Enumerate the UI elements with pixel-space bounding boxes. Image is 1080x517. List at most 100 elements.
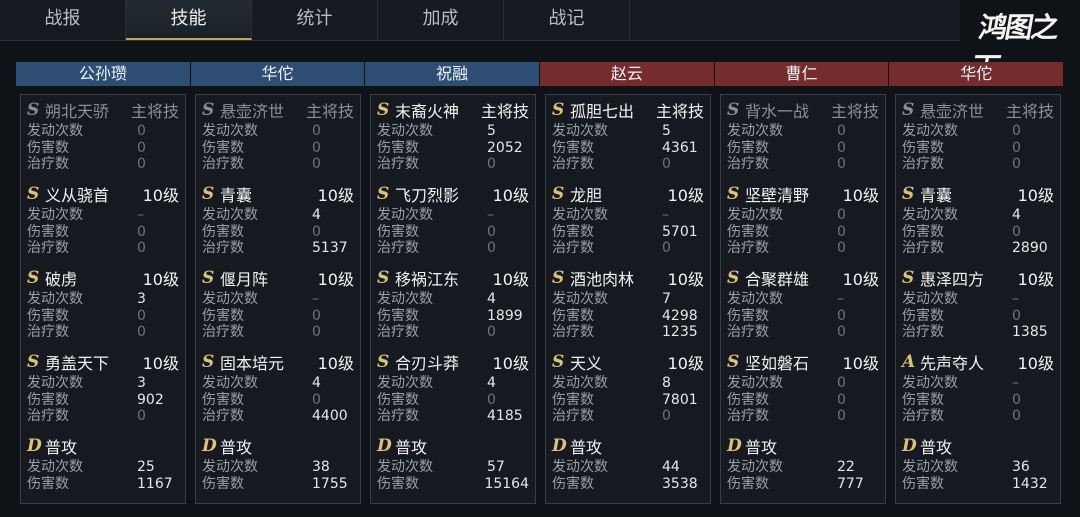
stat-value: 0 [837,391,846,408]
skill-block[interactable]: S 义从骁首 10级 发动次数 – 伤害数 0 治疗数 0 [27,181,179,265]
skill-title: D 普攻 [377,433,529,459]
skill-block[interactable]: S 坚如磐石 10级 发动次数 0 伤害数 0 治疗数 0 [727,349,879,433]
stat-row-damage: 伤害数 0 [902,392,1054,409]
skill-title: S 破虏 10级 [27,265,179,291]
stat-label: 治疗数 [902,156,944,172]
tab-battle-report[interactable]: 战报 [0,0,126,40]
skill-title: S 孤胆七出 主将技 [552,97,704,123]
skill-block[interactable]: S 末裔火神 主将技 发动次数 5 伤害数 2052 治疗数 0 [377,97,529,181]
stat-label: 发动次数 [202,207,258,223]
stat-value: 1432 [1012,475,1048,492]
general-skill-panel: S 悬壶济世 主将技 发动次数 0 伤害数 0 治疗数 0 S 青囊 10级 发动次数 4 伤害数 0 治疗数 2… [895,94,1061,504]
skill-level: 10级 [142,354,179,373]
skill-block[interactable]: S 悬壶济世 主将技 发动次数 0 伤害数 0 治疗数 0 [902,97,1054,181]
skill-title: S 坚如磐石 10级 [727,349,879,375]
tab-statistics[interactable]: 统计 [252,0,378,40]
tab-bonus[interactable]: 加成 [378,0,504,40]
tab-battle-log[interactable]: 战记 [504,0,630,40]
skill-title: D 普攻 [552,433,704,459]
skill-level: 10级 [667,354,704,373]
skill-block[interactable]: S 青囊 10级 发动次数 4 伤害数 0 治疗数 2890 [902,181,1054,265]
divider [0,40,960,41]
skill-level: 10级 [842,270,879,289]
stat-label: 治疗数 [552,408,594,424]
stat-row-damage: 伤害数 0 [727,392,879,409]
skill-title: S 合刃斗莽 10级 [377,349,529,375]
skill-block[interactable]: S 勇盖天下 10级 发动次数 3 伤害数 902 治疗数 0 [27,349,179,433]
skill-block[interactable]: D 普攻 发动次数 57 伤害数 15164 [377,433,529,517]
skill-block[interactable]: S 飞刀烈影 10级 发动次数 – 伤害数 0 治疗数 0 [377,181,529,265]
skill-grade: D [727,436,742,456]
skill-block[interactable]: S 惠泽四方 10级 发动次数 – 伤害数 0 治疗数 1385 [902,265,1054,349]
skill-block[interactable]: S 破虏 10级 发动次数 3 伤害数 0 治疗数 0 [27,265,179,349]
skill-block[interactable]: S 酒池肉林 10级 发动次数 7 伤害数 4298 治疗数 1235 [552,265,704,349]
stat-value: 0 [312,223,321,240]
skill-level: 10级 [492,270,529,289]
stat-value: 0 [662,156,671,172]
stat-row-trigger: 发动次数 4 [202,375,354,392]
stat-row-trigger: 发动次数 0 [727,123,879,140]
skill-name: 青囊 [220,186,253,205]
skill-block[interactable]: S 龙胆 10级 发动次数 – 伤害数 5701 治疗数 0 [552,181,704,265]
stat-row-trigger: 发动次数 38 [202,459,354,476]
skill-block[interactable]: S 悬壶济世 主将技 发动次数 0 伤害数 0 治疗数 0 [202,97,354,181]
stat-label: 发动次数 [27,291,83,307]
stat-value: 0 [312,391,321,408]
skill-block[interactable]: D 普攻 发动次数 44 伤害数 3538 [552,433,704,517]
stat-value: 0 [137,123,146,139]
skill-grade: S [202,100,215,120]
stat-label: 发动次数 [377,459,433,475]
stat-label: 治疗数 [377,324,419,340]
general-skill-panel: S 末裔火神 主将技 发动次数 5 伤害数 2052 治疗数 0 S 飞刀烈影 10级 发动次数 – 伤害数… [370,94,536,504]
stat-row-trigger: 发动次数 0 [202,123,354,140]
stat-value: 0 [137,223,146,240]
stat-row-trigger: 发动次数 – [902,375,1054,392]
skill-name: 龙胆 [570,186,603,205]
stat-row-trigger: 发动次数 3 [27,375,179,392]
stat-value: 3538 [662,475,698,492]
skill-block[interactable]: S 青囊 10级 发动次数 4 伤害数 0 治疗数 5137 [202,181,354,265]
skill-block[interactable]: S 固本培元 10级 发动次数 4 伤害数 0 治疗数 4400 [202,349,354,433]
stat-value: 4298 [662,307,698,324]
stat-value: 44 [662,459,680,475]
skill-block[interactable]: A 先声夺人 10级 发动次数 – 伤害数 0 治疗数 0 [902,349,1054,433]
stat-row-heal: 治疗数 0 [377,156,529,173]
stat-value: 0 [312,156,321,172]
stat-row-damage: 伤害数 3538 [552,476,704,493]
skill-title: D 普攻 [27,433,179,459]
skill-grade: D [902,436,917,456]
stat-value: 57 [487,459,505,475]
skill-block[interactable]: D 普攻 发动次数 25 伤害数 1167 [27,433,179,517]
skill-block[interactable]: S 背水一战 主将技 发动次数 0 伤害数 0 治疗数 0 [727,97,879,181]
skill-block[interactable]: S 合聚群雄 10级 发动次数 – 伤害数 0 治疗数 0 [727,265,879,349]
skill-block[interactable]: S 移祸江东 10级 发动次数 4 伤害数 1899 治疗数 0 [377,265,529,349]
stat-value: 0 [137,408,146,424]
stat-row-damage: 伤害数 7801 [552,392,704,409]
stat-row-heal: 治疗数 1385 [902,324,1054,341]
skill-name: 普攻 [920,438,953,457]
skill-block[interactable]: D 普攻 发动次数 38 伤害数 1755 [202,433,354,517]
stat-label: 伤害数 [377,475,419,492]
skill-level: 10级 [667,270,704,289]
stat-value: 4400 [312,408,348,424]
skill-grade: S [27,184,40,204]
tab-skills[interactable]: 技能 [126,0,252,40]
stat-row-trigger: 发动次数 5 [377,123,529,140]
skill-block[interactable]: S 朔北天骄 主将技 发动次数 0 伤害数 0 治疗数 0 [27,97,179,181]
skill-block[interactable]: S 孤胆七出 主将技 发动次数 5 伤害数 4361 治疗数 0 [552,97,704,181]
skill-block[interactable]: D 普攻 发动次数 36 伤害数 1432 [902,433,1054,517]
skill-block[interactable]: S 坚壁清野 10级 发动次数 0 伤害数 0 治疗数 0 [727,181,879,265]
skill-block[interactable]: S 天义 10级 发动次数 8 伤害数 7801 治疗数 0 [552,349,704,433]
skill-grade: S [727,100,740,120]
skill-title: S 背水一战 主将技 [727,97,879,123]
stat-value: 0 [1012,123,1021,139]
stat-value: 777 [837,475,864,492]
skill-block[interactable]: S 偃月阵 10级 发动次数 – 伤害数 0 治疗数 0 [202,265,354,349]
skill-level: 主将技 [1005,102,1054,121]
stat-label: 治疗数 [27,156,69,172]
skill-block[interactable]: S 合刃斗莽 10级 发动次数 4 伤害数 0 治疗数 4185 [377,349,529,433]
stat-label: 治疗数 [727,408,769,424]
skill-block[interactable]: D 普攻 发动次数 22 伤害数 777 [727,433,879,517]
stat-value: 902 [137,391,164,408]
stat-row-heal: 治疗数 5137 [202,240,354,257]
